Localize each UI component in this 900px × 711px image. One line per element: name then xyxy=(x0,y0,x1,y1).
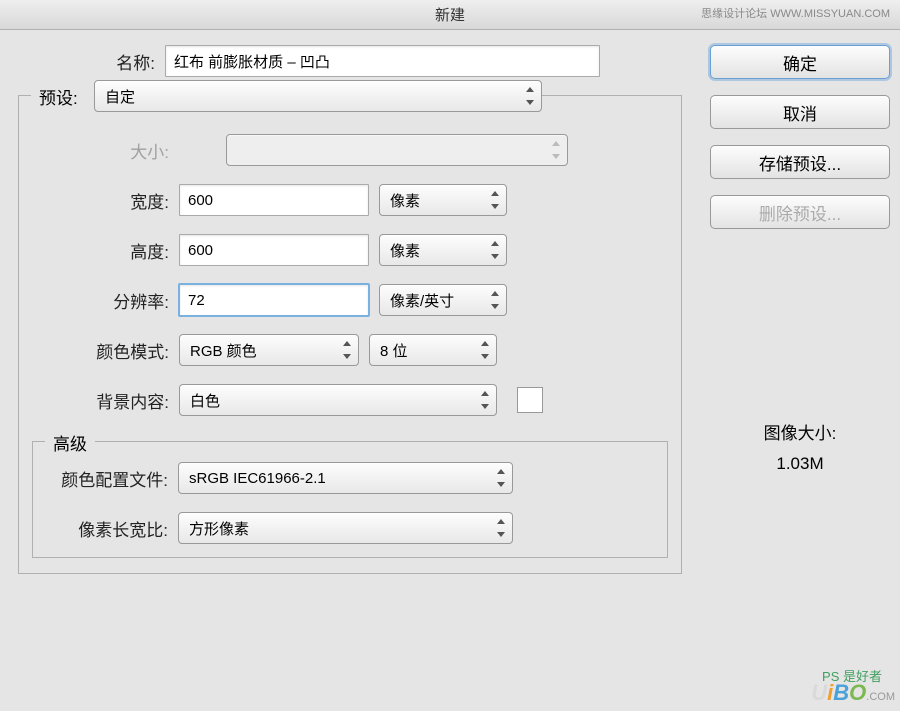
stepper-icon xyxy=(496,469,506,487)
preset-legend: 预设: xyxy=(31,84,100,109)
dialog-title: 新建 xyxy=(435,4,465,25)
stepper-icon xyxy=(551,141,561,159)
aspect-label: 像素长宽比: xyxy=(38,516,178,541)
height-unit-select[interactable]: 像素 xyxy=(379,234,507,266)
stepper-icon xyxy=(480,341,490,359)
image-size-label: 图像大小: xyxy=(710,419,890,444)
dialog-body: 名称: 预设: 自定 大小: xyxy=(0,30,900,599)
name-input[interactable] xyxy=(165,45,600,77)
ok-button[interactable]: 确定 xyxy=(710,45,890,79)
background-label: 背景内容: xyxy=(24,388,179,413)
stepper-icon xyxy=(490,241,500,259)
height-row: 高度: 像素 xyxy=(24,234,676,266)
profile-row: 颜色配置文件: sRGB IEC61966-2.1 xyxy=(38,462,662,494)
save-preset-button[interactable]: 存储预设... xyxy=(710,145,890,179)
left-column: 名称: 预设: 自定 大小: xyxy=(10,45,690,584)
cancel-button[interactable]: 取消 xyxy=(710,95,890,129)
pixel-aspect-select[interactable]: 方形像素 xyxy=(178,512,513,544)
stepper-icon xyxy=(496,519,506,537)
colormode-row: 颜色模式: RGB 颜色 8 位 xyxy=(24,334,676,366)
watermark-top: 思缘设计论坛 WWW.MISSYUAN.COM xyxy=(701,5,890,21)
resolution-input[interactable] xyxy=(179,284,369,316)
right-column: 确定 取消 存储预设... 删除预设... 图像大小: 1.03M xyxy=(690,45,890,584)
width-input[interactable] xyxy=(179,184,369,216)
profile-label: 颜色配置文件: xyxy=(38,466,178,491)
bit-depth-select[interactable]: 8 位 xyxy=(369,334,497,366)
height-input[interactable] xyxy=(179,234,369,266)
width-unit-select[interactable]: 像素 xyxy=(379,184,507,216)
width-row: 宽度: 像素 xyxy=(24,184,676,216)
preset-select[interactable]: 自定 xyxy=(94,80,542,112)
colormode-label: 颜色模式: xyxy=(24,338,179,363)
preset-fieldset: 预设: 自定 大小: 宽度: xyxy=(18,95,682,574)
aspect-row: 像素长宽比: 方形像素 xyxy=(38,512,662,544)
advanced-legend: 高级 xyxy=(45,430,95,455)
watermark-bottom: UiBO.COM xyxy=(811,680,895,706)
color-profile-select[interactable]: sRGB IEC61966-2.1 xyxy=(178,462,513,494)
background-select[interactable]: 白色 xyxy=(179,384,497,416)
stepper-icon xyxy=(490,191,500,209)
name-label: 名称: xyxy=(10,49,165,74)
background-color-swatch[interactable] xyxy=(517,387,543,413)
titlebar: 新建 思缘设计论坛 WWW.MISSYUAN.COM xyxy=(0,0,900,30)
size-row: 大小: xyxy=(24,134,676,166)
name-row: 名称: xyxy=(10,45,690,77)
height-label: 高度: xyxy=(24,238,179,263)
resolution-unit-select[interactable]: 像素/英寸 xyxy=(379,284,507,316)
delete-preset-button: 删除预设... xyxy=(710,195,890,229)
stepper-icon xyxy=(490,291,500,309)
advanced-fieldset: 高级 颜色配置文件: sRGB IEC61966-2.1 像素长宽比: 方形像素 xyxy=(32,441,668,558)
size-label: 大小: xyxy=(24,138,179,163)
stepper-icon xyxy=(480,391,490,409)
image-size-section: 图像大小: 1.03M xyxy=(710,419,890,474)
stepper-icon xyxy=(342,341,352,359)
resolution-label: 分辨率: xyxy=(24,288,179,313)
stepper-icon xyxy=(525,87,535,105)
image-size-value: 1.03M xyxy=(710,454,890,474)
size-select xyxy=(226,134,568,166)
width-label: 宽度: xyxy=(24,188,179,213)
background-row: 背景内容: 白色 xyxy=(24,384,676,416)
resolution-row: 分辨率: 像素/英寸 xyxy=(24,284,676,316)
colormode-select[interactable]: RGB 颜色 xyxy=(179,334,359,366)
